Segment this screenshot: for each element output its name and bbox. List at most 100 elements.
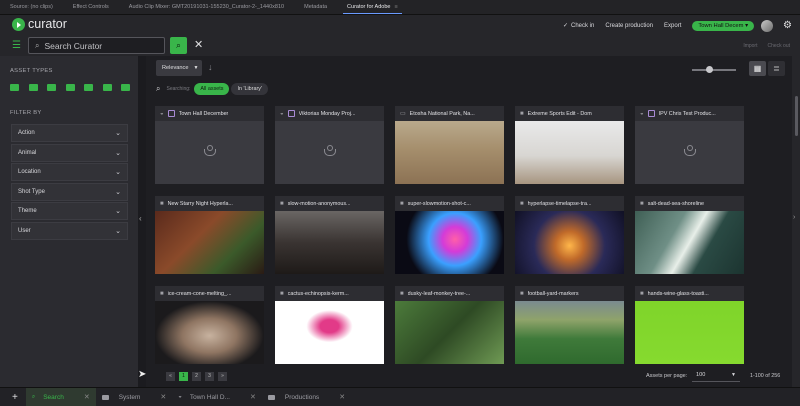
film-icon[interactable] <box>84 84 93 91</box>
bottom-tab-town-hall[interactable]: ◒ Town Hall D... ✕ <box>172 388 262 406</box>
asset-thumbnail[interactable] <box>395 211 504 274</box>
asset-thumbnail[interactable] <box>275 211 384 274</box>
asset-card[interactable]: ■ super-slowmotion-shot-c... <box>395 196 504 274</box>
asset-thumbnail[interactable] <box>635 211 744 274</box>
bookmark-icon[interactable] <box>65 84 75 91</box>
page-3[interactable]: 3 <box>205 372 214 381</box>
check-out-button[interactable]: Check out <box>767 43 790 49</box>
close-icon[interactable]: ✕ <box>160 393 166 401</box>
folder-icon[interactable] <box>121 84 130 91</box>
tab-audio-clip-mixer[interactable]: Audio Clip Mixer: GMT20191031-155230_Cur… <box>119 4 294 10</box>
bottom-tab-system[interactable]: System ✕ <box>96 388 173 406</box>
per-page-select[interactable]: 100 ▼ <box>692 369 740 382</box>
scope-library[interactable]: In 'Library' <box>231 83 268 95</box>
scope-all-assets[interactable]: All assets <box>194 83 230 95</box>
filter-location[interactable]: Location ⌄ <box>11 163 128 181</box>
production-placeholder-icon <box>323 145 336 158</box>
check-in-button[interactable]: ✓ Check in <box>563 22 594 29</box>
gear-icon[interactable]: ⚙ <box>783 20 792 31</box>
filter-action[interactable]: Action ⌄ <box>11 124 128 142</box>
tab-effect-controls[interactable]: Effect Controls <box>63 4 119 10</box>
asset-thumbnail[interactable] <box>515 301 624 364</box>
tab-curator[interactable]: Curator for Adobe ≡ <box>337 4 408 14</box>
asset-card[interactable]: ■ Extreme Sports Edit - Dom <box>515 106 624 184</box>
asset-card[interactable]: ▭ Etosha National Park, Na... <box>395 106 504 184</box>
audio-file-icon[interactable] <box>47 84 56 91</box>
asset-card[interactable]: ■ football-yard-markers <box>515 286 624 364</box>
production-icon[interactable] <box>102 84 112 91</box>
filter-theme[interactable]: Theme ⌄ <box>11 202 128 220</box>
grid-view-icon[interactable]: ▦ <box>749 61 766 76</box>
asset-thumbnail[interactable] <box>635 121 744 184</box>
sort-direction-icon[interactable]: ↓ <box>208 62 213 72</box>
asset-thumbnail[interactable] <box>275 121 384 184</box>
collapse-sidebar-icon[interactable]: ‹ <box>139 214 142 223</box>
asset-card[interactable]: ◒ IPV Chris Test Produc... <box>635 106 744 184</box>
scrollbar[interactable] <box>795 96 798 136</box>
close-icon[interactable]: ✕ <box>339 393 345 401</box>
audio-icon[interactable] <box>28 84 38 91</box>
asset-thumbnail[interactable] <box>155 211 264 274</box>
asset-card[interactable]: ■ slow-motion-anonymous... <box>275 196 384 274</box>
bottom-tab-label: System <box>118 393 141 401</box>
production-selector[interactable]: Town Hall Decem ▾ <box>692 20 755 31</box>
thumbnail-size-slider[interactable] <box>692 69 736 71</box>
export-button[interactable]: Export <box>664 23 681 29</box>
asset-thumbnail[interactable] <box>395 121 504 184</box>
asset-card-header: ■ hands-wine-glass-toasti... <box>635 286 744 301</box>
asset-card-header: ■ dusky-leaf-monkey-tree-... <box>395 286 504 301</box>
close-icon[interactable]: ✕ <box>250 393 256 401</box>
page-2[interactable]: 2 <box>192 372 201 381</box>
bottom-tab-label: Town Hall D... <box>189 393 230 401</box>
asset-thumbnail[interactable] <box>395 301 504 364</box>
asset-card[interactable]: ■ hyperlapse-timelapse-tra... <box>515 196 624 274</box>
asset-thumbnail[interactable] <box>515 211 624 274</box>
chevron-down-icon: ⌄ <box>115 227 121 235</box>
tab-metadata[interactable]: Metadata <box>294 4 337 10</box>
last-page-icon[interactable]: » <box>218 372 227 381</box>
asset-card[interactable]: ■ dusky-leaf-monkey-tree-... <box>395 286 504 364</box>
asset-card[interactable]: ■ cactus-echinopsis-kerm... <box>275 286 384 364</box>
tab-source[interactable]: Source: (no clips) <box>0 4 63 10</box>
filter-animal[interactable]: Animal ⌄ <box>11 143 128 162</box>
folder-icon <box>101 394 109 400</box>
filter-icon[interactable]: ☰ <box>12 40 21 51</box>
video-icon[interactable] <box>10 84 19 91</box>
page-1[interactable]: 1 <box>179 372 188 381</box>
results-panel: Relevance ▼ ↓ ▦ ≣ ⌕ Searching: All assets… <box>146 56 792 387</box>
bottom-tab-productions[interactable]: Productions ✕ <box>262 388 351 406</box>
asset-card[interactable]: ■ New Starry Night Hyperla... <box>155 196 264 274</box>
first-page-icon[interactable]: « <box>166 372 175 381</box>
close-icon[interactable]: ✕ <box>84 393 90 401</box>
close-icon[interactable]: ✕ <box>194 38 203 51</box>
asset-card[interactable]: ◒ Viktorias Monday Proj... <box>275 106 384 184</box>
search-row-actions: Import Check out <box>743 36 800 56</box>
slider-handle[interactable] <box>706 66 713 73</box>
list-view-icon[interactable]: ≣ <box>768 61 785 76</box>
search-input[interactable] <box>44 40 155 51</box>
add-tab-icon[interactable]: + <box>12 392 18 403</box>
asset-thumbnail[interactable] <box>515 121 624 184</box>
create-production-button[interactable]: Create production <box>605 23 653 29</box>
import-button[interactable]: Import <box>743 43 757 49</box>
search-button[interactable]: ⌕ <box>170 37 187 54</box>
curator-logo-icon <box>12 18 25 31</box>
avatar[interactable] <box>761 19 774 32</box>
asset-thumbnail[interactable] <box>275 301 384 364</box>
filter-shot-type[interactable]: Shot Type ⌄ <box>11 182 128 201</box>
asset-card[interactable]: ◒ Town Hall December <box>155 106 264 184</box>
filter-user[interactable]: User ⌄ <box>11 221 128 240</box>
sort-dropdown[interactable]: Relevance ▼ <box>156 60 202 76</box>
asset-thumbnail[interactable] <box>155 121 264 184</box>
chevron-down-icon: ⌄ <box>115 208 121 215</box>
asset-card[interactable]: ■ ice-cream-cone-melting_... <box>155 286 264 364</box>
asset-thumbnail[interactable] <box>635 301 744 364</box>
search-field[interactable]: ⌕ <box>28 37 165 54</box>
bottom-tab-search[interactable]: ⌕ Search ✕ <box>25 387 96 406</box>
video-icon: ■ <box>520 110 524 117</box>
panel-menu-icon[interactable]: ≡ <box>394 4 397 10</box>
asset-thumbnail[interactable] <box>155 301 264 364</box>
asset-title: salt-dead-sea-shoreline <box>647 200 704 207</box>
asset-card[interactable]: ■ hands-wine-glass-toasti... <box>635 286 744 364</box>
asset-card[interactable]: ■ salt-dead-sea-shoreline <box>635 196 744 274</box>
